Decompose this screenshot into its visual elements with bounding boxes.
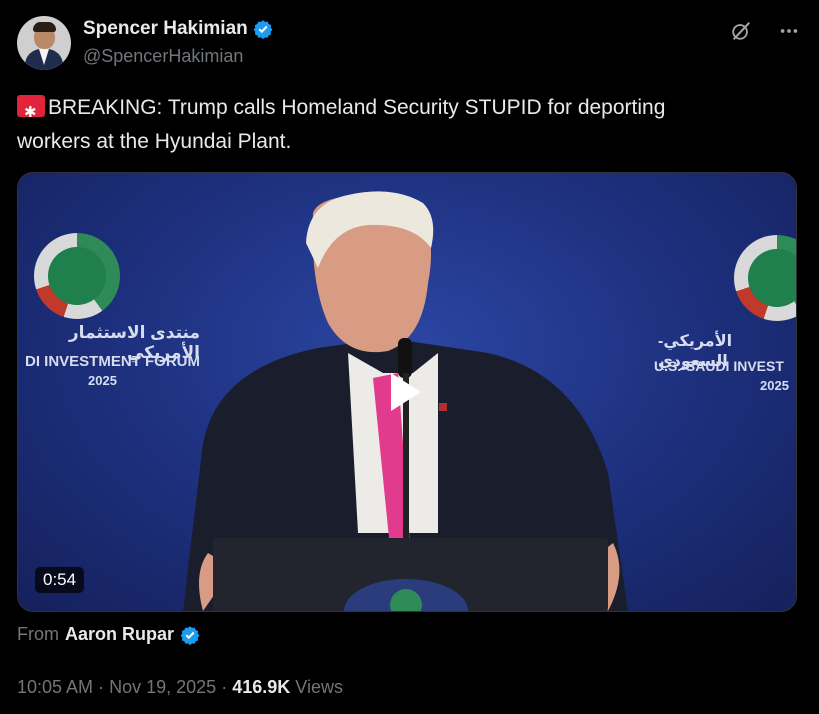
play-icon[interactable]: [391, 373, 421, 411]
author-name[interactable]: Spencer Hakimian: [83, 18, 248, 40]
video-duration: 0:54: [35, 567, 85, 593]
tweet-text-line1: BREAKING: Trump calls Homeland Security …: [48, 96, 666, 119]
video-player[interactable]: منتدى الاستثمار الأمريكي DI INVESTMENT F…: [17, 172, 797, 612]
views-count: 416.9K: [232, 677, 291, 697]
source-author-link[interactable]: Aaron Rupar: [65, 624, 174, 645]
views-label: Views: [295, 677, 343, 697]
meta-separator: ·: [98, 677, 105, 697]
tweet-text: BREAKING: Trump calls Homeland Security …: [17, 91, 797, 159]
grok-icon[interactable]: [728, 18, 754, 44]
tweet-text-line2: workers at the Hyundai Plant.: [17, 130, 292, 153]
author-handle[interactable]: @SpencerHakimian: [83, 46, 243, 67]
verified-badge-icon: [180, 625, 200, 645]
more-options-icon[interactable]: [776, 18, 802, 44]
tweet-meta: 10:05 AM · Nov 19, 2025 · 416.9K Views: [17, 677, 343, 698]
source-attribution: From Aaron Rupar: [17, 624, 200, 645]
meta-separator: ·: [221, 677, 228, 697]
rotating-light-icon: [17, 95, 45, 130]
author-name-row: Spencer Hakimian: [83, 18, 273, 40]
avatar-hair: [33, 22, 56, 32]
verified-badge-icon: [253, 20, 273, 39]
tweet-date[interactable]: Nov 19, 2025: [109, 677, 216, 697]
tweet-time[interactable]: 10:05 AM: [17, 677, 93, 697]
tweet-header: Spencer Hakimian @SpencerHakimian: [17, 14, 802, 72]
header-actions: [728, 18, 802, 44]
more-options-glyph: [780, 29, 798, 33]
from-label: From: [17, 624, 59, 644]
grok-icon-glyph: [732, 22, 750, 40]
author-avatar[interactable]: [17, 16, 71, 70]
